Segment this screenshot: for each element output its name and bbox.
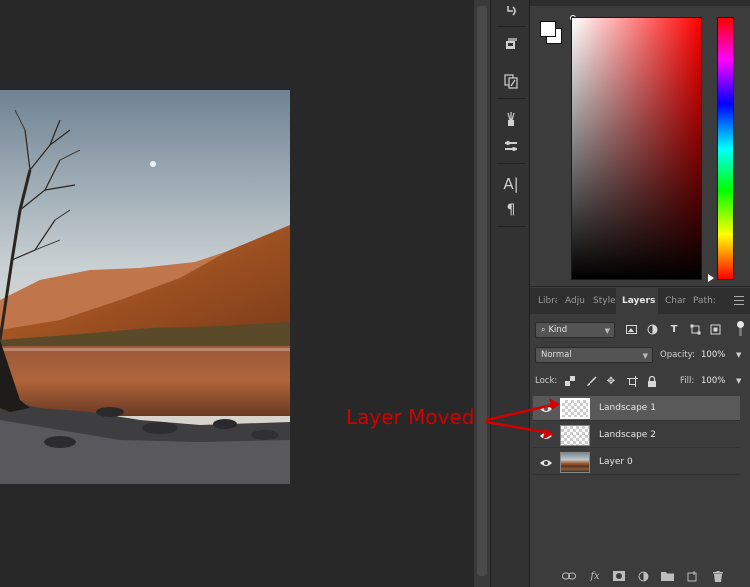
tab-libraries[interactable]: Libra	[532, 288, 557, 314]
layer-row-landscape-2[interactable]: Landscape 2	[533, 423, 740, 448]
type-layer-filter-icon[interactable]: T	[667, 322, 681, 336]
eye-icon[interactable]	[537, 454, 555, 471]
hue-slider[interactable]	[717, 17, 734, 280]
tab-paths[interactable]: Path:	[687, 288, 717, 314]
tab-layers[interactable]: Layers	[616, 288, 658, 314]
layer-style-fx-icon[interactable]: fx	[588, 569, 602, 583]
pixel-layer-filter-icon[interactable]	[624, 322, 638, 336]
blend-mode-select[interactable]: Normal ▼	[535, 347, 653, 363]
3d-materials-icon[interactable]	[499, 33, 523, 55]
color-panel	[530, 0, 750, 287]
chevron-down-icon: ▼	[642, 352, 648, 360]
layer-thumbnail	[560, 452, 590, 473]
landscape-photo	[0, 90, 290, 484]
brushes-icon[interactable]	[499, 108, 523, 130]
layer-name[interactable]: Landscape 2	[599, 423, 656, 448]
tab-adjustments[interactable]: Adju	[559, 288, 586, 314]
annotation-label: Layer Moved	[346, 405, 475, 429]
fill-value[interactable]: 100%	[701, 374, 725, 388]
eye-icon[interactable]	[537, 400, 555, 417]
lock-transparent-pixels-icon[interactable]	[563, 374, 577, 388]
layer-filter-kind[interactable]: ⌕ Kind ▼	[535, 322, 615, 338]
lock-all-icon[interactable]	[645, 374, 659, 388]
lock-position-icon[interactable]: ✥	[604, 374, 618, 388]
hue-slider-marker[interactable]	[708, 274, 714, 282]
new-layer-icon[interactable]	[685, 569, 699, 583]
layers-panel-footer: fx	[530, 565, 750, 587]
opacity-chevron-icon[interactable]: ▼	[736, 348, 741, 362]
color-saturation-field[interactable]	[571, 17, 702, 280]
link-layers-icon[interactable]	[562, 569, 576, 583]
opacity-label: Opacity:	[660, 350, 695, 360]
smart-object-filter-icon[interactable]	[708, 322, 722, 336]
document-image[interactable]	[0, 90, 290, 484]
fill-chevron-icon[interactable]: ▼	[736, 374, 741, 388]
tab-styles[interactable]: Style	[587, 288, 615, 314]
eye-icon[interactable]	[537, 427, 555, 444]
layer-thumbnail	[560, 398, 590, 419]
vertical-scrollbar[interactable]	[474, 0, 490, 587]
paragraph-icon[interactable]: ¶	[499, 199, 523, 221]
tab-character[interactable]: Char	[659, 288, 686, 314]
layer-thumbnail	[560, 425, 590, 446]
color-panel-tabs	[530, 0, 750, 6]
fill-label: Fill:	[680, 376, 695, 386]
filter-kind-label: Kind	[548, 325, 568, 335]
blend-mode-value: Normal	[541, 350, 572, 360]
brush-settings-icon[interactable]	[499, 135, 523, 157]
right-panels: Libra Adju Style Layers Char Path: ⌕Kind…	[530, 0, 750, 587]
scrollbar-thumb[interactable]	[477, 6, 487, 576]
panel-tabs: Libra Adju Style Layers Char Path:	[530, 288, 750, 314]
character-icon[interactable]: A|	[499, 173, 523, 195]
add-mask-icon[interactable]	[612, 569, 626, 583]
opacity-value[interactable]: 100%	[701, 348, 725, 362]
prevent-auto-nesting-icon[interactable]	[625, 374, 639, 388]
lock-label: Lock:	[535, 376, 558, 386]
panel-menu-icon[interactable]	[734, 296, 744, 305]
adjustment-layer-filter-icon[interactable]	[645, 322, 659, 336]
layer-row-layer-0[interactable]: Layer 0	[533, 450, 740, 475]
panel-icon-strip: A| ¶	[490, 0, 530, 587]
filter-toggle[interactable]	[735, 321, 744, 337]
canvas-workspace[interactable]	[0, 0, 490, 587]
history-icon[interactable]	[499, 0, 523, 22]
search-icon: ⌕	[541, 325, 546, 334]
lock-image-pixels-icon[interactable]	[584, 374, 598, 388]
delete-layer-trash-icon[interactable]	[711, 569, 725, 583]
layers-panel: Libra Adju Style Layers Char Path: ⌕Kind…	[530, 288, 750, 587]
clone-source-icon[interactable]	[499, 70, 523, 92]
shape-layer-filter-icon[interactable]	[688, 322, 702, 336]
foreground-color-swatch-front[interactable]	[540, 21, 556, 37]
layer-name[interactable]: Landscape 1	[599, 396, 656, 421]
layer-row-landscape-1[interactable]: Landscape 1	[533, 396, 740, 421]
new-adjustment-layer-icon[interactable]	[636, 569, 650, 583]
new-group-folder-icon[interactable]	[660, 569, 674, 583]
chevron-down-icon: ▼	[604, 327, 610, 335]
layer-name[interactable]: Layer 0	[599, 450, 633, 475]
